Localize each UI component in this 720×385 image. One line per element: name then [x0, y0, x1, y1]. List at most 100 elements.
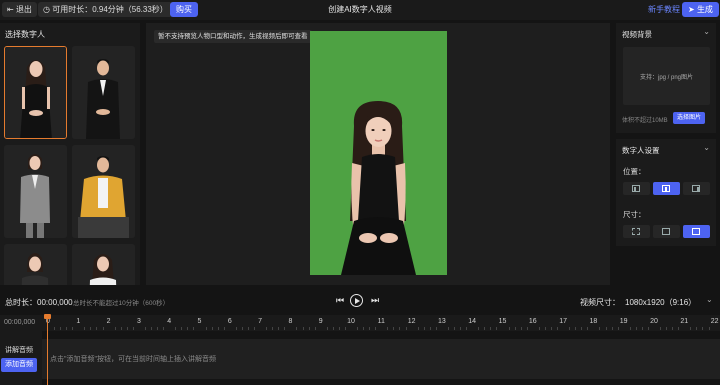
timeline-minor-tick — [84, 327, 86, 330]
size-large-icon — [692, 228, 700, 235]
timeline-tick-label: 7 — [258, 318, 263, 325]
size-small-option[interactable] — [623, 225, 650, 238]
background-upload-area[interactable]: 支持：jpg / png图片 — [623, 47, 710, 105]
avatar-card[interactable] — [72, 46, 135, 139]
timeline-tick-label: 14 — [468, 318, 477, 325]
timeline-tick-label: 1 — [76, 318, 81, 325]
playhead[interactable] — [47, 315, 48, 385]
timeline-minor-tick — [599, 327, 601, 330]
timeline-minor-tick — [447, 327, 449, 330]
avatar-thumbnail — [72, 145, 135, 238]
generate-button[interactable]: ➤ 生成 — [682, 2, 719, 17]
timeline-minor-tick — [72, 327, 74, 330]
position-center-option[interactable] — [653, 182, 680, 195]
timeline-ruler[interactable]: 00:00,000 0 1 2 3 4 5 6 7 8 9 10 11 12 13 14 15 16 17 18 19… — [0, 315, 720, 331]
timeline-minor-tick — [120, 327, 122, 330]
avatar-card[interactable] — [4, 145, 67, 238]
chevron-down-icon[interactable]: ⌄ — [703, 27, 710, 36]
timeline-minor-tick — [308, 327, 310, 330]
timeline-start-time: 00:00,000 — [4, 319, 36, 326]
timeline-minor-tick — [708, 327, 710, 330]
chevron-down-icon[interactable]: ⌄ — [706, 295, 713, 304]
avatar-thumbnail — [4, 145, 67, 238]
timeline-minor-tick — [363, 327, 365, 330]
timeline-minor-tick — [266, 327, 268, 330]
timeline-minor-tick — [460, 327, 462, 330]
timeline-minor-tick — [163, 327, 165, 330]
avatar-thumbnail — [4, 244, 67, 285]
video-size-select[interactable]: 1080x1920（9:16） — [625, 297, 696, 308]
timeline-minor-tick — [405, 327, 407, 330]
timeline-minor-tick — [550, 327, 552, 330]
align-left-icon — [632, 185, 640, 192]
timeline-minor-tick — [175, 327, 177, 330]
position-right-option[interactable] — [683, 182, 710, 195]
avatar-card[interactable] — [72, 145, 135, 238]
timeline-tick-label: 13 — [437, 318, 446, 325]
timeline-minor-tick — [605, 327, 607, 330]
timeline-minor-tick — [423, 327, 425, 330]
choose-image-button[interactable]: 选择图片 — [673, 112, 706, 124]
timeline-minor-tick — [217, 327, 219, 330]
timeline-tick-label: 22 — [710, 318, 719, 325]
audio-track-lane[interactable]: 点击"添加音频"按钮，可在当前时间轴上插入讲解音频 — [42, 339, 720, 379]
avatar-panel: 选择数字人 — [0, 23, 140, 285]
timeline-minor-tick — [96, 327, 98, 330]
audio-lane-hint: 点击"添加音频"按钮，可在当前时间轴上插入讲解音频 — [50, 356, 216, 363]
timeline-minor-tick — [302, 327, 304, 330]
timeline-minor-tick — [254, 327, 256, 330]
timeline-minor-tick — [344, 327, 346, 330]
chevron-down-icon[interactable]: ⌄ — [703, 143, 710, 152]
timeline-minor-tick — [508, 327, 510, 330]
tutorial-link[interactable]: 新手教程 — [648, 4, 680, 15]
avatar-card[interactable] — [4, 46, 67, 139]
skip-forward-icon[interactable]: ⏭ — [371, 295, 379, 306]
video-canvas[interactable] — [310, 31, 447, 275]
timeline-minor-tick — [678, 327, 680, 330]
position-left-option[interactable] — [623, 182, 650, 195]
timeline-minor-tick — [181, 327, 183, 330]
timeline-minor-tick — [454, 327, 456, 330]
add-audio-button[interactable]: 添加音频 — [1, 358, 37, 372]
send-icon: ➤ — [688, 5, 695, 14]
play-button[interactable] — [350, 294, 363, 307]
size-small-icon — [632, 228, 640, 235]
size-medium-icon — [662, 228, 670, 235]
avatar-card[interactable] — [4, 244, 67, 285]
timeline-minor-tick — [635, 327, 637, 330]
skip-back-icon[interactable]: ⏮ — [336, 295, 344, 306]
avatar-thumbnail — [72, 244, 135, 285]
generate-label: 生成 — [696, 5, 713, 14]
timeline-minor-tick — [357, 327, 359, 330]
timeline-minor-tick — [157, 327, 159, 330]
timeline-tick-label: 16 — [528, 318, 537, 325]
timeline-minor-tick — [223, 327, 225, 330]
size-medium-option[interactable] — [653, 225, 680, 238]
timeline-minor-tick — [66, 327, 68, 330]
video-size-label: 视频尺寸： — [580, 298, 620, 307]
timeline-tick-label: 19 — [619, 318, 628, 325]
size-large-option[interactable] — [683, 225, 710, 238]
background-panel-title: 视频背景 — [622, 30, 652, 39]
avatar-settings-title: 数字人设置 — [622, 146, 660, 155]
timeline-tick-label: 12 — [407, 318, 416, 325]
timeline-minor-tick — [132, 327, 134, 330]
timeline-minor-tick — [611, 327, 613, 330]
timeline-minor-tick — [557, 327, 559, 330]
timeline-minor-tick — [581, 327, 583, 330]
timeline-minor-tick — [526, 327, 528, 330]
timeline-minor-tick — [666, 327, 668, 330]
avatar-card[interactable] — [72, 244, 135, 285]
align-center-icon — [662, 185, 670, 192]
timeline-minor-tick — [151, 327, 153, 330]
timeline-minor-tick — [617, 327, 619, 330]
background-panel: 视频背景 ⌄ 支持：jpg / png图片 体积不超过10MB 选择图片 — [616, 23, 716, 133]
timeline-tick-label: 20 — [650, 318, 658, 325]
timeline-tick-label: 4 — [167, 318, 172, 325]
timeline-minor-tick — [435, 327, 437, 330]
timeline-minor-tick — [90, 327, 92, 330]
timeline-minor-tick — [314, 327, 316, 330]
track-area: 讲解音频 添加音频 点击"添加音频"按钮，可在当前时间轴上插入讲解音频 — [0, 331, 720, 385]
size-limit-note: 体积不超过10MB — [622, 118, 668, 124]
timeline-minor-tick — [332, 327, 334, 330]
